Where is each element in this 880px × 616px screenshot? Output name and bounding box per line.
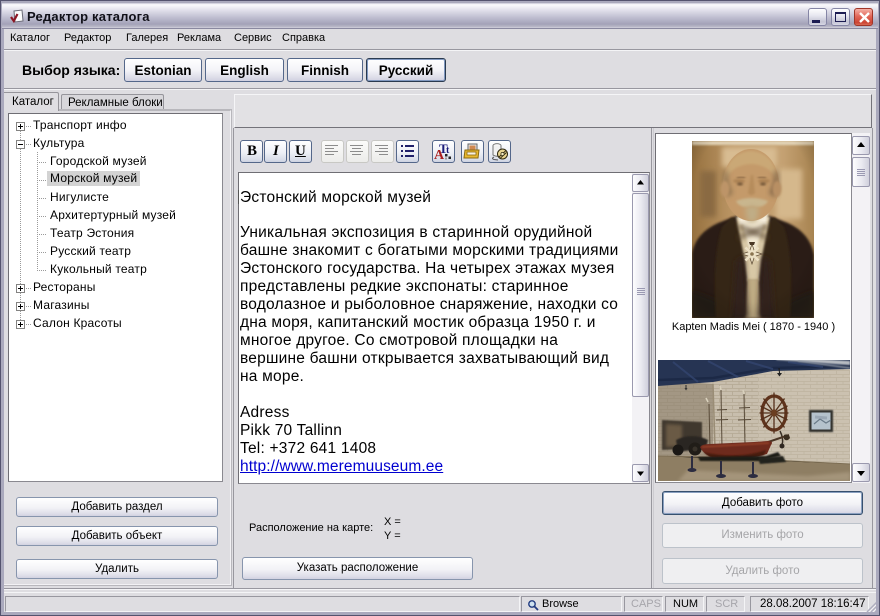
svg-text:A: A	[434, 148, 445, 162]
